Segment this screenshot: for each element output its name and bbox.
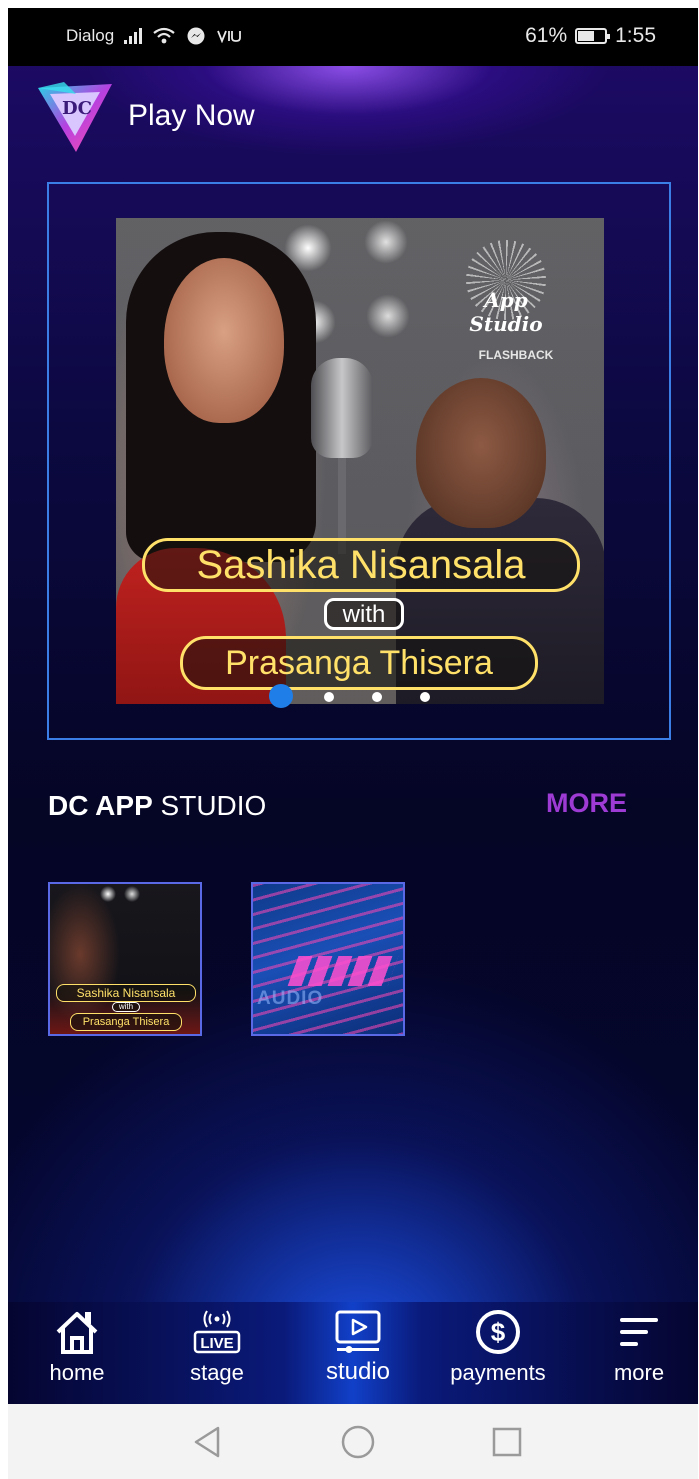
carousel-dot[interactable] bbox=[372, 692, 382, 702]
menu-lines-icon bbox=[620, 1318, 658, 1346]
battery-percent: 61% bbox=[525, 24, 568, 47]
battery-icon bbox=[575, 28, 611, 44]
studio-thumbnail-1[interactable]: Sashika Nisansala with Prasanga Thisera bbox=[48, 882, 202, 1036]
studio-thumbnail-2[interactable]: AUDIO bbox=[251, 882, 405, 1036]
thumb-audio-text: AUDIO bbox=[257, 988, 324, 1009]
status-left: Dialog bbox=[66, 26, 242, 46]
badge-subtext: FLASHBACK bbox=[478, 348, 554, 362]
singer-face bbox=[164, 258, 284, 423]
svg-text:LIVE: LIVE bbox=[200, 1335, 233, 1352]
play-screen-icon bbox=[335, 1310, 381, 1353]
bottom-nav: home LIVE stage studio $ payments more bbox=[8, 1302, 698, 1404]
app-header: DC Play Now bbox=[34, 74, 255, 158]
wifi-icon bbox=[153, 27, 175, 44]
drum-pads bbox=[287, 956, 399, 986]
carousel-dots bbox=[49, 684, 669, 710]
carousel-dot[interactable] bbox=[269, 684, 293, 708]
dollar-icon: $ bbox=[476, 1310, 520, 1354]
status-right: 61% 1:55 bbox=[525, 24, 656, 48]
carrier-name: Dialog bbox=[66, 26, 115, 45]
svg-text:$: $ bbox=[491, 1317, 506, 1347]
home-icon bbox=[56, 1312, 98, 1354]
live-icon: LIVE bbox=[193, 1310, 241, 1354]
caption-line-3: Prasanga Thisera bbox=[180, 636, 538, 690]
section-title-bold: DC APP bbox=[48, 790, 153, 821]
microphone-icon bbox=[311, 358, 373, 458]
nav-payments-label: payments bbox=[450, 1360, 546, 1385]
recents-icon[interactable] bbox=[489, 1424, 525, 1460]
thumb-caption-line-2: with bbox=[112, 1002, 140, 1012]
singer-face-right bbox=[416, 378, 546, 528]
nav-studio[interactable]: studio bbox=[298, 1308, 418, 1400]
nav-more-label: more bbox=[613, 1360, 665, 1385]
nav-studio-label: studio bbox=[325, 1358, 391, 1385]
home-circle-icon[interactable] bbox=[340, 1424, 376, 1460]
logo-text: DC bbox=[62, 98, 92, 119]
nav-home[interactable]: home bbox=[17, 1308, 137, 1400]
system-nav-bar bbox=[8, 1404, 698, 1479]
section-title: DC APP STUDIO bbox=[48, 790, 266, 822]
banner-image[interactable]: App Studio FLASHBACK Sashika Nisansala w… bbox=[116, 218, 604, 704]
phone-screen: Dialog 61% 1:55 DC Play Now App Studio F… bbox=[8, 8, 698, 1479]
app-content: DC Play Now App Studio FLASHBACK Sashika… bbox=[8, 66, 698, 1302]
thumb-caption-line-1: Sashika Nisansala bbox=[56, 984, 196, 1002]
signal-icon bbox=[124, 28, 143, 44]
caption-line-1: Sashika Nisansala bbox=[142, 538, 580, 592]
dc-logo[interactable]: DC bbox=[34, 74, 118, 158]
clock: 1:55 bbox=[615, 24, 656, 47]
back-icon[interactable] bbox=[190, 1424, 226, 1460]
badge-text: App Studio bbox=[469, 288, 543, 336]
status-bar: Dialog 61% 1:55 bbox=[8, 8, 698, 66]
nav-payments[interactable]: $ payments bbox=[438, 1308, 558, 1400]
nav-stage-label: stage bbox=[190, 1360, 244, 1385]
network-icon bbox=[217, 30, 242, 43]
studio-badge: App Studio FLASHBACK bbox=[446, 232, 566, 362]
nav-stage[interactable]: LIVE stage bbox=[157, 1308, 277, 1400]
nav-home-label: home bbox=[49, 1360, 105, 1385]
thumb-caption-line-3: Prasanga Thisera bbox=[70, 1013, 182, 1031]
page-title: Play Now bbox=[128, 99, 255, 132]
section-title-rest: STUDIO bbox=[152, 790, 267, 821]
banner-carousel[interactable]: App Studio FLASHBACK Sashika Nisansala w… bbox=[47, 182, 671, 740]
messenger-icon bbox=[187, 27, 205, 45]
carousel-dot[interactable] bbox=[420, 692, 430, 702]
caption-line-2: with bbox=[324, 598, 404, 630]
more-button[interactable]: MORE bbox=[546, 788, 627, 819]
nav-more[interactable]: more bbox=[579, 1308, 698, 1400]
carousel-dot[interactable] bbox=[324, 692, 334, 702]
